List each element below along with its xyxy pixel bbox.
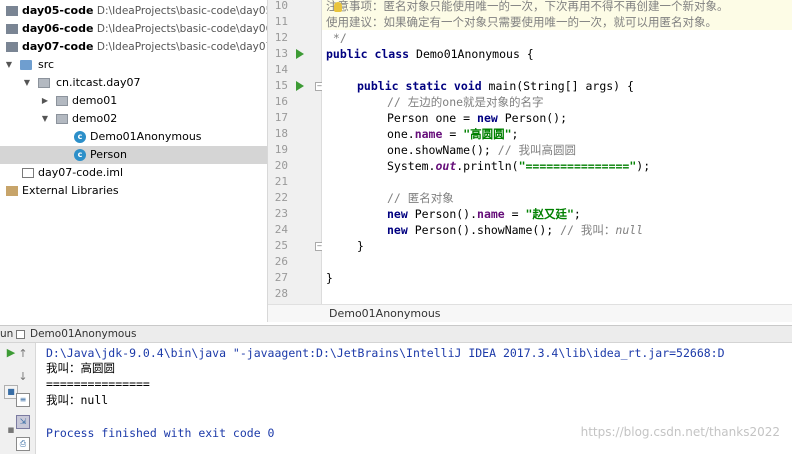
code-line-12: */: [326, 31, 347, 45]
package-icon: [56, 114, 68, 124]
code-line-11: 使用建议：如果确定有一个对象只需要使用唯一的一次，就可以用匿名对象。: [322, 14, 792, 30]
chevron-down-icon[interactable]: ▼: [22, 74, 32, 92]
line-number: 19: [274, 143, 288, 156]
run-class-icon[interactable]: [296, 49, 304, 59]
line-number: 21: [274, 175, 288, 188]
pin-icon[interactable]: ▪: [4, 423, 18, 437]
folder-icon: [20, 60, 32, 70]
code-line-27: }: [326, 271, 333, 285]
lightbulb-icon[interactable]: [334, 2, 342, 12]
tree-item-iml[interactable]: day07-code.iml: [0, 164, 267, 182]
run-main-icon[interactable]: [296, 81, 304, 91]
module-icon: [6, 42, 18, 52]
tree-item-person[interactable]: c Person: [0, 146, 267, 164]
module-icon: [6, 24, 18, 34]
arrow-down-icon[interactable]: ↓: [16, 370, 30, 384]
console-line: 我叫：null: [46, 393, 109, 407]
console-line: Process finished with exit code 0: [46, 426, 275, 440]
console-line: ===============: [46, 377, 150, 391]
code-line-13: public class Demo01Anonymous {: [326, 47, 534, 61]
package-icon: [56, 96, 68, 106]
chevron-down-icon[interactable]: ▼: [40, 110, 50, 128]
line-number: 27: [274, 271, 288, 284]
print-icon[interactable]: ⎙: [16, 437, 30, 451]
tree-item-external-libraries[interactable]: External Libraries: [0, 182, 267, 200]
tree-item-day07-code[interactable]: day07-code D:\IdeaProjects\basic-code\da…: [0, 38, 267, 56]
code-line-17: Person one = new Person();: [387, 111, 568, 125]
line-number: 12: [274, 31, 288, 44]
console-line: D:\Java\jdk-9.0.4\bin\java "-javaagent:D…: [46, 346, 725, 360]
code-editor[interactable]: 注意事项：匿名对象只能使用唯一的一次，下次再用不得不再创建一个新对象。 使用建议…: [322, 0, 792, 304]
tree-item-demo01[interactable]: ▶ demo01: [0, 92, 267, 110]
soft-wrap-icon[interactable]: ≡: [16, 393, 30, 407]
line-number: 25: [274, 239, 288, 252]
line-number: 18: [274, 127, 288, 140]
arrow-up-icon[interactable]: ↑: [16, 347, 30, 361]
console-line: 我叫：高圆圆: [46, 361, 115, 375]
tree-item-day06-code[interactable]: day06-code D:\IdeaProjects\basic-code\da…: [0, 20, 267, 38]
tree-item-src[interactable]: ▼ src: [0, 56, 267, 74]
code-line-20: System.out.println("===============");: [387, 159, 651, 173]
module-icon: [6, 6, 18, 16]
line-number: 17: [274, 111, 288, 124]
tree-item-demo02[interactable]: ▼ demo02: [0, 110, 267, 128]
code-line-16: // 左边的one就是对象的名字: [387, 95, 544, 109]
line-number: 16: [274, 95, 288, 108]
tree-item-demo01anonymous[interactable]: c Demo01Anonymous: [0, 128, 267, 146]
library-icon: [6, 186, 18, 196]
line-number: 14: [274, 63, 288, 76]
line-number: 15: [274, 79, 288, 92]
file-icon: [22, 168, 34, 178]
chevron-right-icon[interactable]: ▶: [40, 92, 50, 110]
code-line-18: one.name = "高圆圆";: [387, 127, 519, 141]
run-config-icon: [16, 330, 25, 339]
breadcrumb: Demo01Anonymous: [268, 304, 792, 322]
run-panel-header: un Demo01Anonymous: [0, 325, 792, 343]
code-line-25: }: [357, 239, 364, 253]
line-number: 24: [274, 223, 288, 236]
tree-item-day05-code[interactable]: day05-code D:\IdeaProjects\basic-code\da…: [0, 2, 267, 20]
code-line-23: new Person().name = "赵又廷";: [387, 207, 581, 221]
watermark: https://blog.csdn.net/thanks2022: [580, 425, 780, 439]
line-number: 28: [274, 287, 288, 300]
line-number: 23: [274, 207, 288, 220]
line-number: 20: [274, 159, 288, 172]
breadcrumb-item[interactable]: Demo01Anonymous: [329, 307, 441, 320]
tree-item-package[interactable]: ▼ cn.itcast.day07: [0, 74, 267, 92]
scroll-to-end-icon[interactable]: ⇲: [16, 415, 30, 429]
code-line-22: // 匿名对象: [387, 191, 454, 205]
code-line-19: one.showName(); // 我叫高圆圆: [387, 143, 577, 157]
line-number: 11: [274, 15, 288, 28]
chevron-down-icon[interactable]: ▼: [4, 56, 14, 74]
class-icon: c: [74, 131, 86, 143]
line-number: 10: [274, 0, 288, 12]
package-icon: [38, 78, 50, 88]
code-line-24: new Person().showName(); // 我叫：null: [387, 223, 644, 237]
run-toolbar: ▶ ↑ ↓ ■ ≡ ⇲ ▪ ⎙: [0, 343, 36, 454]
run-tab-label[interactable]: Demo01Anonymous: [30, 328, 136, 340]
code-line-15: public static void main(String[] args) {: [357, 79, 634, 93]
line-number: 13: [274, 47, 288, 60]
line-number: 26: [274, 255, 288, 268]
class-icon: c: [74, 149, 86, 161]
project-tree: day05-code D:\IdeaProjects\basic-code\da…: [0, 0, 268, 322]
line-number: 22: [274, 191, 288, 204]
code-line-10: 注意事项：匿名对象只能使用唯一的一次，下次再用不得不再创建一个新对象。: [322, 0, 792, 14]
